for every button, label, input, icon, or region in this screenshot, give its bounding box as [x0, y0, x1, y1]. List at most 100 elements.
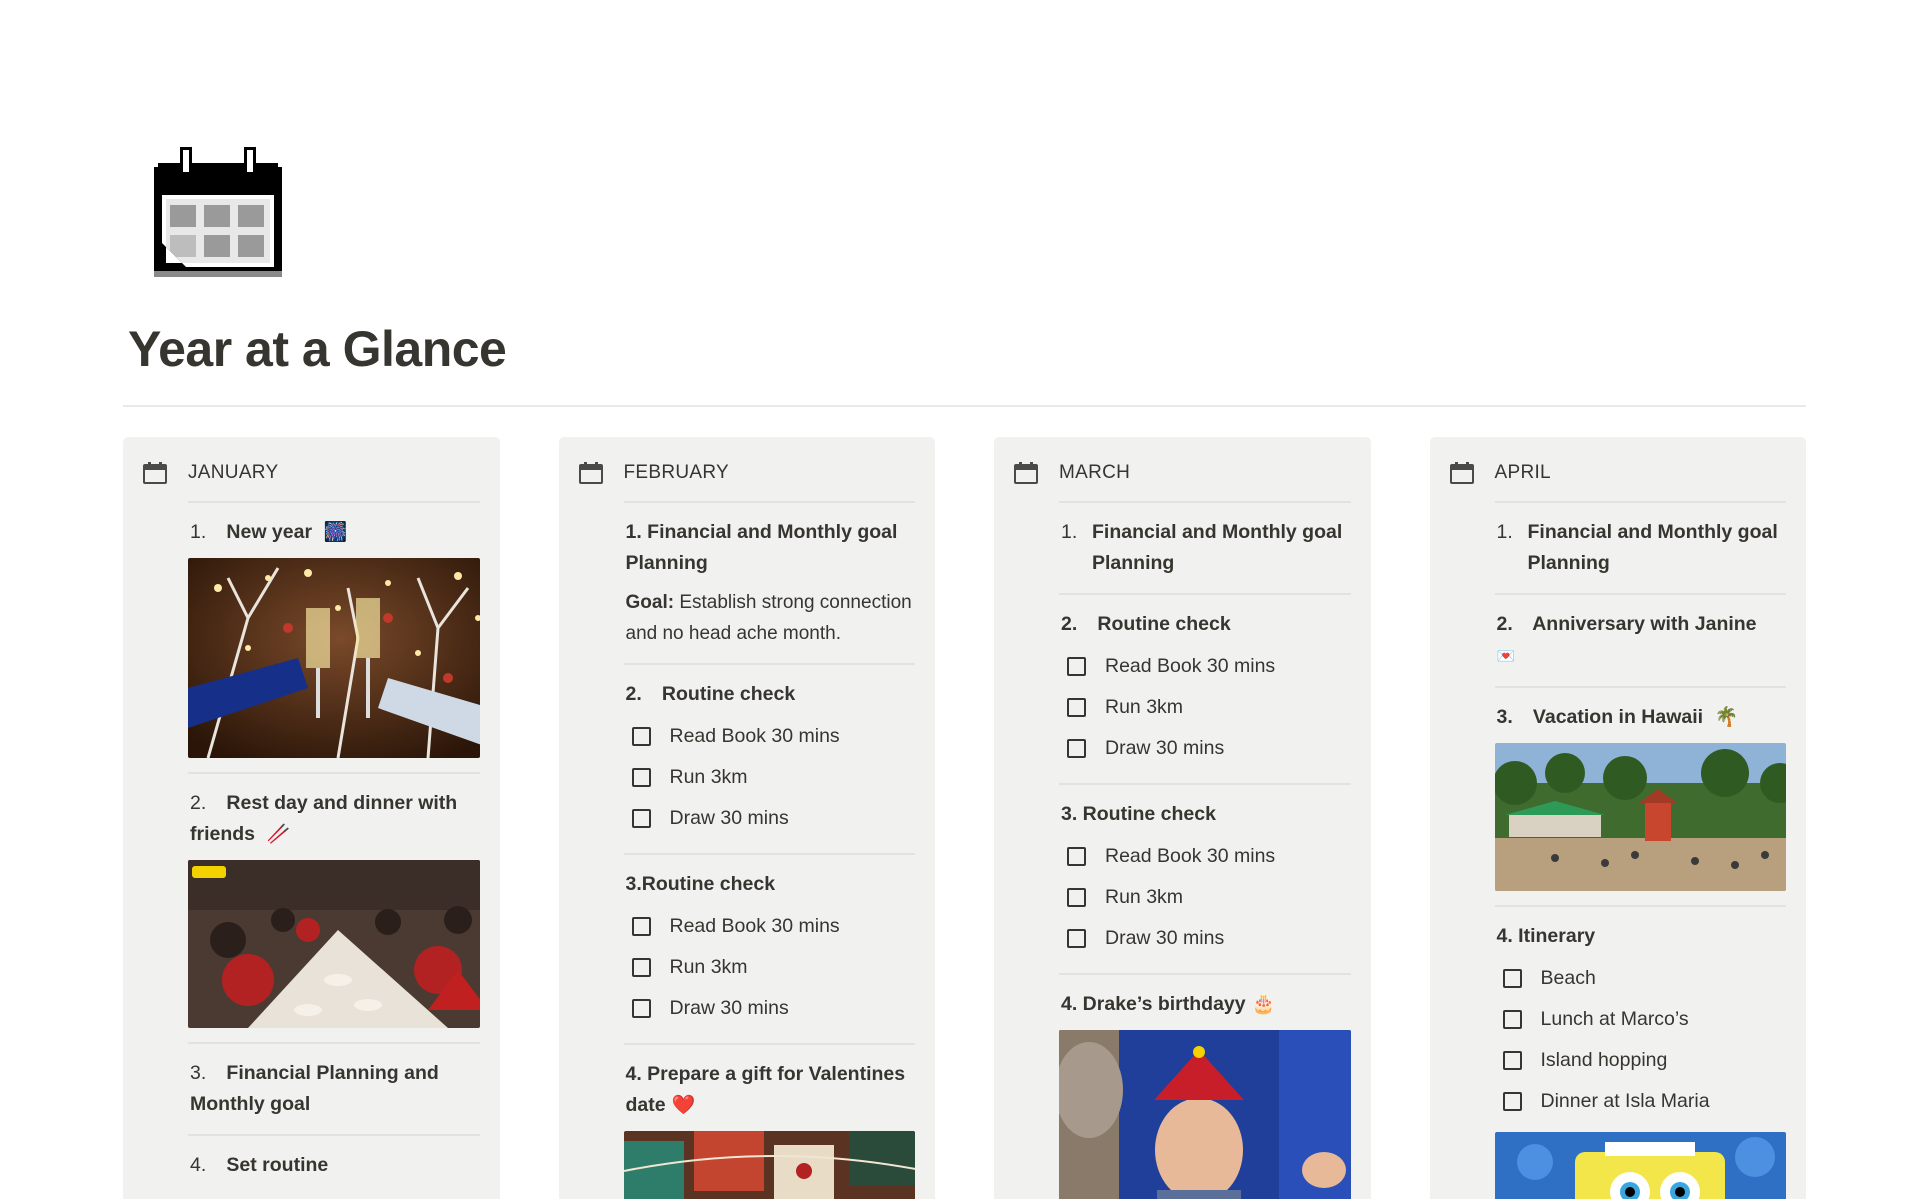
todo-item[interactable]: Read Book 30 mins	[624, 906, 916, 947]
todo-item[interactable]: Read Book 30 mins	[1059, 836, 1351, 877]
todo-label: Read Book 30 mins	[669, 725, 840, 747]
todo-item[interactable]: Beach	[1495, 958, 1787, 999]
todo-label: Draw 30 mins	[669, 807, 789, 829]
list-item[interactable]: 4. Set routine	[188, 1136, 480, 1195]
column-header[interactable]: JANUARY	[143, 451, 480, 495]
item-number: 2.	[625, 683, 642, 705]
todo-item[interactable]: Read Book 30 mins	[1059, 646, 1351, 687]
column-january: JANUARY 1. New year 🎆 2. Rest day and di…	[123, 437, 500, 1199]
column-header[interactable]: APRIL	[1449, 451, 1787, 495]
list-item[interactable]: 3. Routine check Read Book 30 mins Run 3…	[1059, 785, 1351, 975]
item-title: 2. Anniversary with Janine 💌	[1495, 609, 1787, 672]
list-item[interactable]: 2. Rest day and dinner with friends 🥢	[188, 774, 480, 1044]
todo-label: Island hopping	[1540, 1049, 1668, 1071]
item-title: 4. Drake’s birthdayy 🎂	[1059, 989, 1351, 1020]
todo-item[interactable]: Dinner at Isla Maria	[1495, 1081, 1787, 1122]
checkbox[interactable]	[1502, 1010, 1522, 1029]
todo-item[interactable]: Read Book 30 mins	[624, 716, 916, 757]
checkbox[interactable]	[1067, 657, 1086, 676]
palm-tree-icon: 🌴	[1714, 707, 1739, 728]
list-item[interactable]: 3. Vacation in Hawaii 🌴	[1494, 688, 1786, 907]
item-number: 1.	[190, 521, 207, 543]
todo-list: Read Book 30 mins Run 3km Draw 30 mins	[624, 716, 916, 839]
page: Year at a Glance JANUARY 1. New year 🎆 2…	[0, 0, 1920, 1199]
todo-item[interactable]: Lunch at Marco’s	[1495, 999, 1787, 1040]
holiday-dinner-image	[188, 860, 480, 1028]
todo-item[interactable]: Island hopping	[1495, 1040, 1787, 1081]
item-label: Anniversary with Janine	[1532, 613, 1757, 635]
column-header[interactable]: FEBRUARY	[578, 451, 916, 495]
item-number: 1.	[1496, 521, 1513, 543]
item-title: 2. Routine check	[624, 679, 916, 710]
list-item[interactable]: 1. Financial and Monthly goal Planning	[1059, 503, 1351, 595]
checkbox[interactable]	[631, 768, 651, 787]
list-item[interactable]: 1. Financial and Monthly goal Planning	[1494, 503, 1786, 595]
todo-label: Run 3km	[669, 956, 748, 978]
item-number: 3.	[190, 1062, 207, 1084]
checkbox[interactable]	[1067, 888, 1086, 907]
todo-item[interactable]: Run 3km	[624, 757, 916, 798]
list-item[interactable]: 2. Anniversary with Janine 💌	[1494, 595, 1787, 688]
list-item[interactable]: 4. Prepare a gift for Valentines date ❤️	[623, 1045, 915, 1199]
todo-item[interactable]: Run 3km	[624, 947, 916, 988]
column-march: MARCH 1. Financial and Monthly goal Plan…	[994, 437, 1371, 1199]
column-title: MARCH	[1059, 462, 1131, 483]
heart-icon: ❤️	[671, 1095, 696, 1116]
love-letter-icon: 💌	[1496, 648, 1516, 665]
spongebob-image	[1494, 1132, 1786, 1199]
checkbox[interactable]	[1502, 969, 1522, 988]
todo-item[interactable]: Draw 30 mins	[624, 798, 916, 839]
list-item[interactable]: 3. Financial Planning and Monthly goal	[188, 1044, 480, 1136]
todo-list: Beach Lunch at Marco’s Island hopping Di…	[1495, 958, 1787, 1122]
checkbox[interactable]	[631, 727, 651, 746]
item-label: 4. Prepare a gift for Valentines date	[625, 1063, 906, 1116]
title-divider	[123, 405, 1806, 407]
list-item[interactable]: 4. Itinerary Beach Lunch at Marco’s Isla…	[1494, 907, 1787, 1199]
todo-label: Draw 30 mins	[669, 997, 789, 1019]
checkbox[interactable]	[631, 958, 651, 977]
checkbox[interactable]	[1067, 847, 1086, 866]
birthday-party-image	[1059, 1030, 1351, 1199]
checkbox[interactable]	[1067, 698, 1086, 717]
calendar-icon	[1014, 462, 1038, 484]
item-number: 2.	[1496, 613, 1513, 635]
todo-item[interactable]: Run 3km	[1059, 877, 1351, 918]
list-item[interactable]: 2. Routine check Read Book 30 mins Run 3…	[623, 665, 916, 855]
todo-list: Read Book 30 mins Run 3km Draw 30 mins	[624, 906, 916, 1029]
checkbox[interactable]	[631, 917, 651, 936]
todo-item[interactable]: Draw 30 mins	[624, 988, 916, 1029]
hawaii-beach-image	[1494, 743, 1786, 891]
calendar-icon[interactable]	[150, 143, 286, 281]
list-item[interactable]: 1. Financial and Monthly goal Planning G…	[623, 503, 916, 665]
todo-label: Dinner at Isla Maria	[1540, 1090, 1710, 1112]
checkbox[interactable]	[631, 809, 651, 828]
todo-item[interactable]: Draw 30 mins	[1059, 918, 1351, 959]
checkbox[interactable]	[631, 999, 651, 1018]
item-label: Financial and Monthly goal Planning	[1092, 521, 1343, 574]
page-title: Year at a Glance	[128, 321, 507, 377]
list-item[interactable]: 1. New year 🎆	[188, 503, 480, 774]
todo-item[interactable]: Draw 30 mins	[1059, 728, 1351, 769]
todo-list: Read Book 30 mins Run 3km Draw 30 mins	[1059, 646, 1351, 769]
todo-item[interactable]: Run 3km	[1059, 687, 1351, 728]
column-title: FEBRUARY	[623, 462, 730, 483]
checkbox[interactable]	[1067, 929, 1086, 948]
todo-label: Beach	[1540, 967, 1596, 989]
checkbox[interactable]	[1502, 1092, 1522, 1111]
todo-label: Lunch at Marco’s	[1540, 1008, 1689, 1030]
column-title: JANUARY	[188, 462, 279, 483]
todo-label: Run 3km	[669, 766, 748, 788]
goal-text: Goal: Establish strong connection and no…	[624, 587, 916, 649]
checkbox[interactable]	[1067, 739, 1086, 758]
list-item[interactable]: 4. Drake’s birthdayy 🎂	[1059, 975, 1351, 1199]
item-label: 4. Drake’s birthdayy	[1061, 993, 1246, 1015]
item-label: Routine check	[661, 683, 796, 705]
item-label: Vacation in Hawaii	[1532, 706, 1704, 728]
item-number: 2.	[1061, 613, 1078, 635]
checkbox[interactable]	[1502, 1051, 1522, 1070]
list-item[interactable]: 2. Routine check Read Book 30 mins Run 3…	[1059, 595, 1351, 785]
column-header[interactable]: MARCH	[1014, 451, 1351, 495]
todo-label: Run 3km	[1105, 886, 1184, 908]
calendar-icon	[1449, 462, 1474, 484]
list-item[interactable]: 3.Routine check Read Book 30 mins Run 3k…	[623, 855, 916, 1045]
